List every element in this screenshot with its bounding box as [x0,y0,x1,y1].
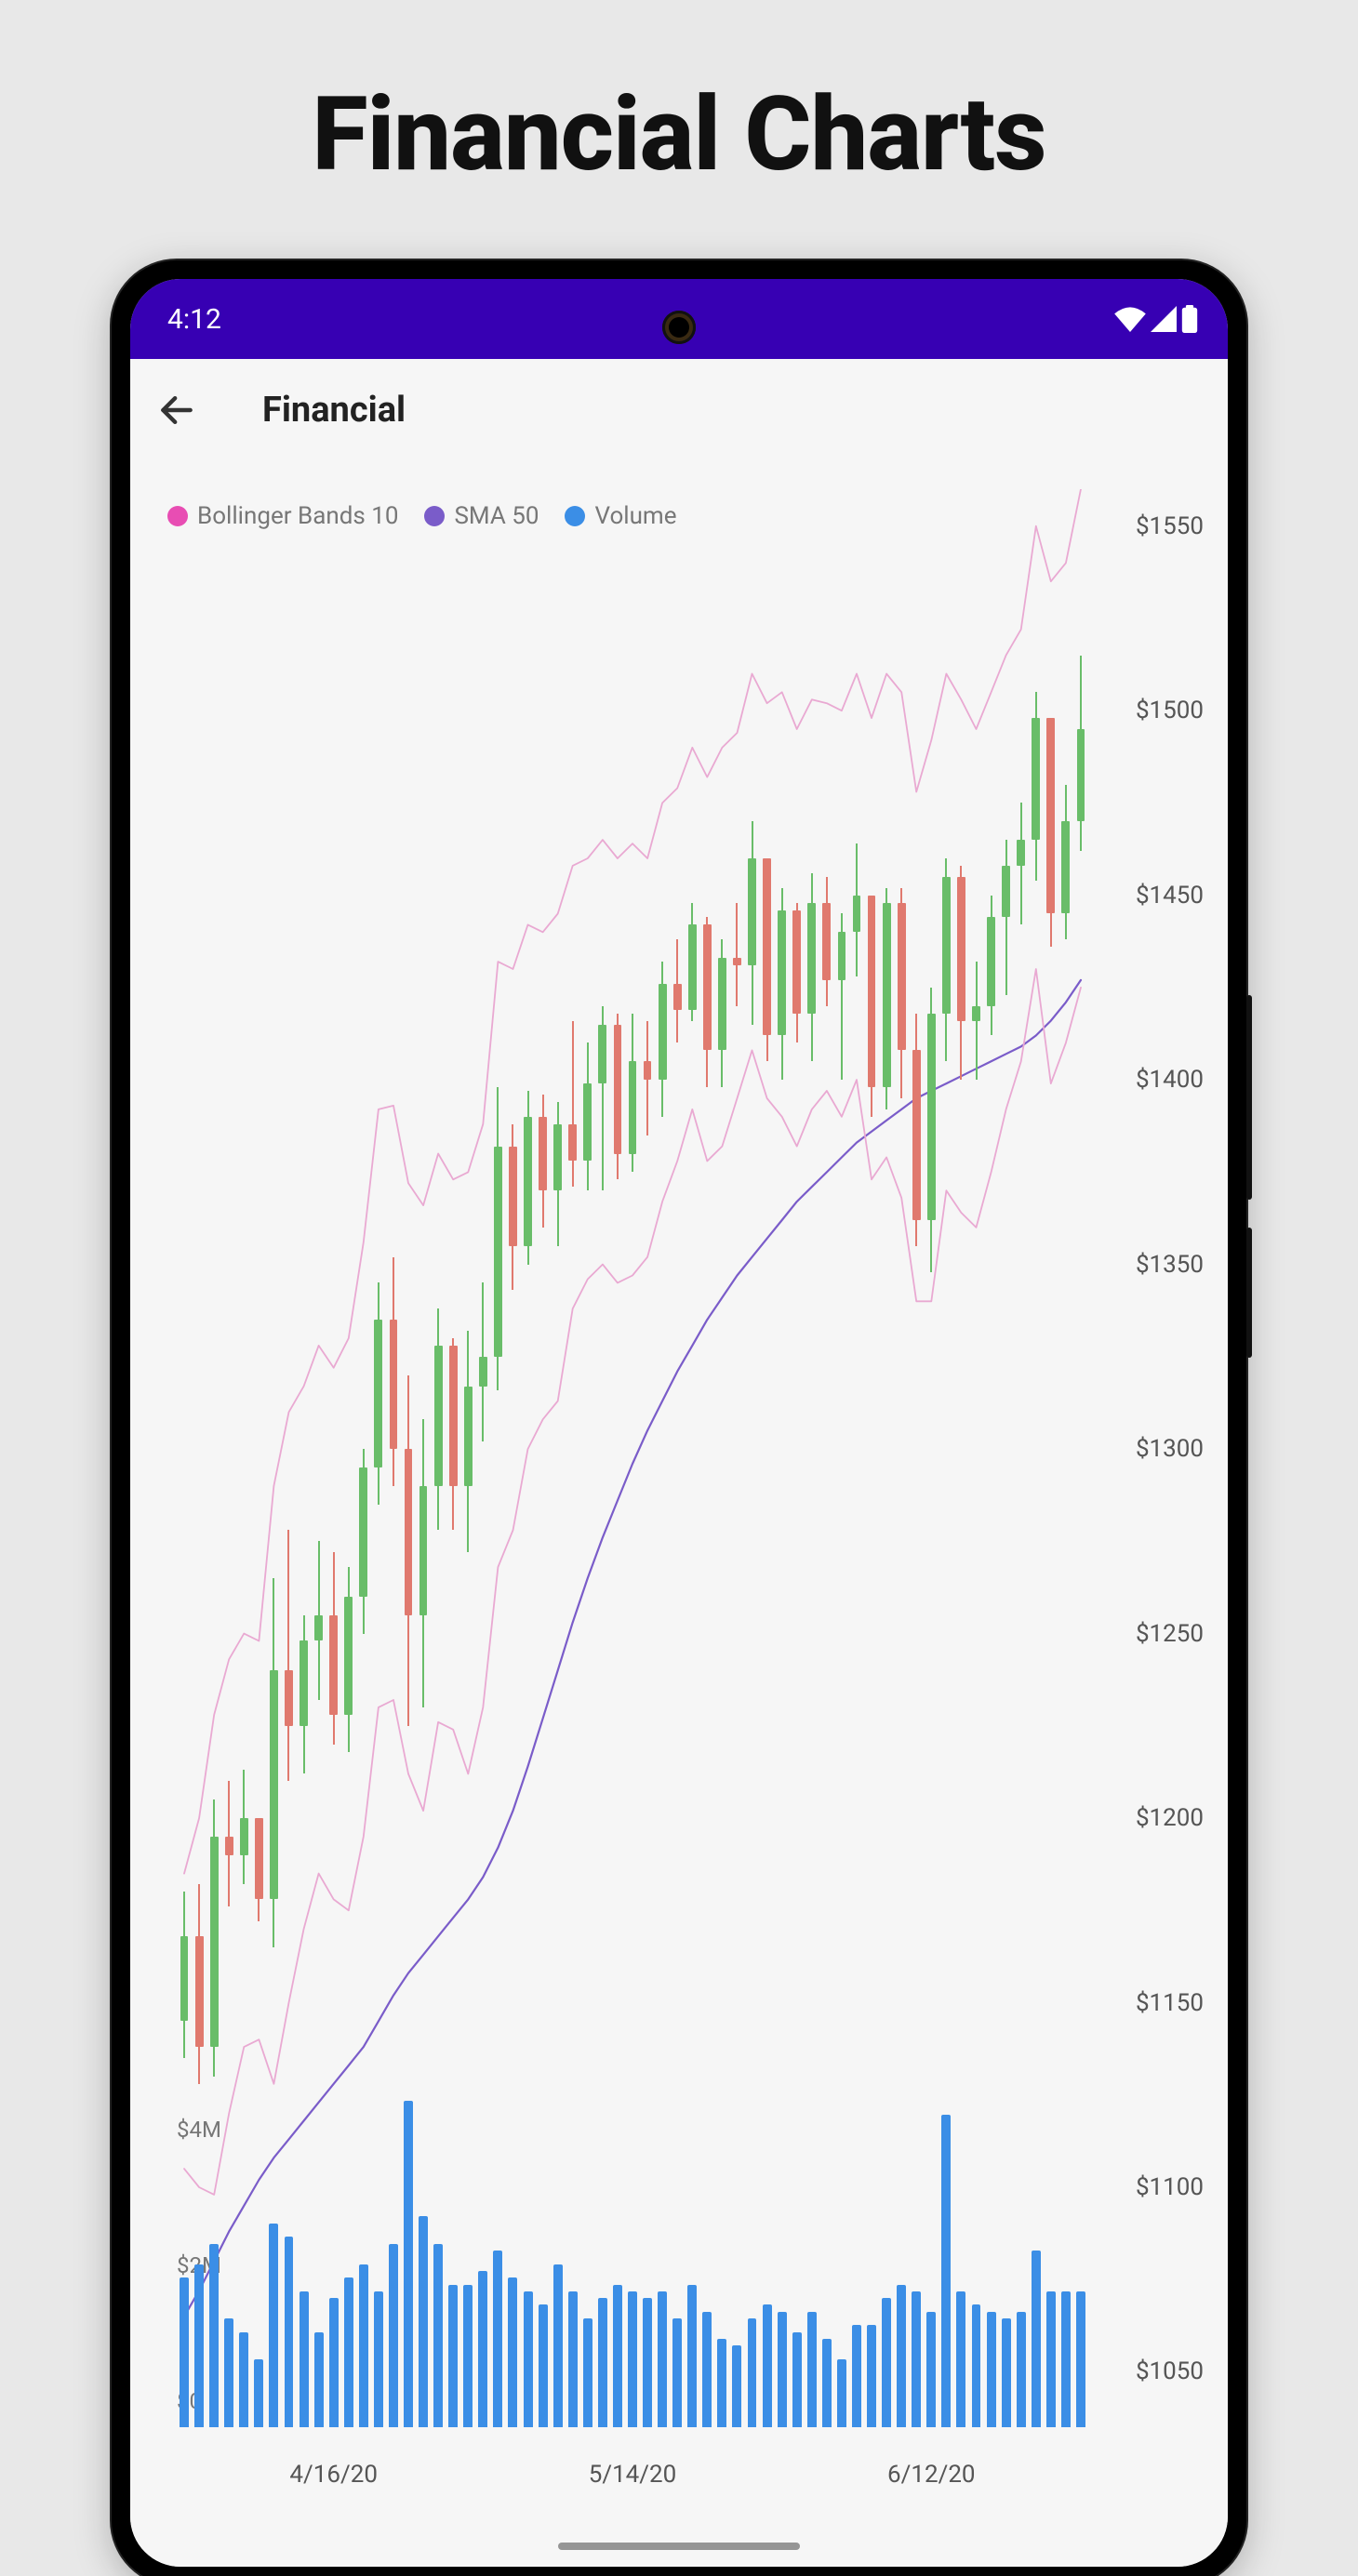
phone-frame: 4:12 Financial Bollinger Bands 10 [112,260,1246,2576]
page-title: Financial Charts [0,74,1358,194]
battery-icon [1181,305,1198,333]
back-arrow-icon[interactable] [156,390,197,431]
plot-area[interactable] [177,489,1088,2427]
price-tick: $1400 [1136,1066,1204,1094]
signal-icon [1150,306,1178,332]
price-tick: $1300 [1136,1435,1204,1463]
camera-punchhole-icon [662,311,696,344]
date-tick: 5/14/20 [589,2461,677,2489]
status-time: 4:12 [167,303,221,336]
price-tick: $1200 [1136,1804,1204,1832]
wifi-icon [1114,306,1146,332]
price-tick: $1350 [1136,1251,1204,1279]
nav-home-pill-icon[interactable] [558,2543,800,2550]
price-tick: $1050 [1136,2357,1204,2385]
screen: 4:12 Financial Bollinger Bands 10 [130,279,1228,2567]
price-tick: $1450 [1136,882,1204,910]
date-axis: 4/16/20 5/14/20 6/12/20 [177,2427,1088,2530]
price-tick: $1250 [1136,1620,1204,1648]
date-tick: 6/12/20 [887,2461,976,2489]
price-tick: $1550 [1136,512,1204,540]
financial-chart[interactable]: Bollinger Bands 10 SMA 50 Volume $1550$1… [130,461,1228,2567]
app-bar: Financial [130,359,1228,462]
date-tick: 4/16/20 [289,2461,378,2489]
price-tick: $1500 [1136,697,1204,724]
price-tick: $1100 [1136,2173,1204,2201]
volume-bars [177,2074,1088,2427]
appbar-title: Financial [262,390,406,431]
price-tick: $1150 [1136,1989,1204,2017]
price-axis: $1550 $1500 $1450 $1400 $1350 $1300 $1250 $1200… [1088,489,1228,2427]
